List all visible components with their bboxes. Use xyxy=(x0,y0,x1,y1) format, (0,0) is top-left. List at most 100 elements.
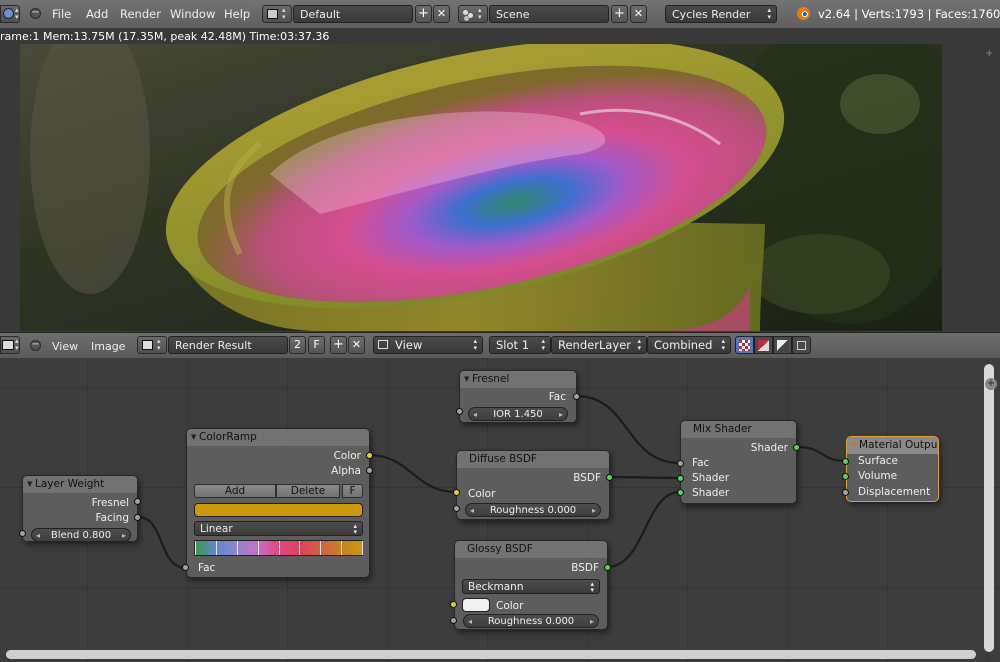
unlink-image-button[interactable]: ✕ xyxy=(348,336,365,354)
increment-arrow-icon[interactable]: ▸ xyxy=(590,615,594,628)
editor-type-button[interactable]: ▴ ▾ xyxy=(0,5,20,23)
ramp-flip-button[interactable]: F xyxy=(342,484,363,498)
scene-selector[interactable]: ▴ ▾ xyxy=(458,5,488,23)
alpha-checker-icon[interactable] xyxy=(735,336,754,354)
image-users-count[interactable]: 2 xyxy=(289,336,306,354)
diffuse-bsdf-node-header[interactable]: Diffuse BSDF xyxy=(457,451,609,468)
mix-fac-input-socket[interactable] xyxy=(677,460,684,467)
area-split-widget-icon[interactable]: + xyxy=(985,48,993,59)
ramp-add-stop-button[interactable]: Add xyxy=(194,484,276,498)
blend-field[interactable]: ◂ Blend 0.800 ▸ xyxy=(31,528,131,542)
layer-weight-facing-output-socket[interactable] xyxy=(134,514,141,521)
color-ramp-fac-input-socket[interactable] xyxy=(182,564,189,571)
diffuse-roughness-field[interactable]: ◂ Roughness 0.000 ▸ xyxy=(465,503,601,517)
ramp-stop-marker[interactable] xyxy=(215,541,217,555)
fresnel-node[interactable]: ▼ Fresnel Fac ◂ IOR 1.450 ▸ xyxy=(459,370,577,423)
menu-view[interactable]: View xyxy=(52,340,78,353)
glossy-distribution-dropdown[interactable]: Beckmann ▴ ▾ xyxy=(462,579,600,594)
layer-weight-node[interactable]: ▼ Layer Weight Fresnel Facing ◂ Blend 0.… xyxy=(22,475,138,542)
diffuse-bsdf-node[interactable]: Diffuse BSDF BSDF Color ◂ Roughness 0.00… xyxy=(456,450,610,520)
output-volume-input-socket[interactable] xyxy=(842,473,849,480)
render-engine-dropdown[interactable]: Cycles Render ▴ ▾ xyxy=(665,5,777,23)
increment-arrow-icon[interactable]: ▸ xyxy=(559,408,563,421)
ramp-stop-marker[interactable] xyxy=(320,541,322,555)
ramp-stop-marker[interactable] xyxy=(257,541,259,555)
increment-arrow-icon[interactable]: ▸ xyxy=(122,529,126,542)
collapse-menu-icon[interactable]: − xyxy=(30,8,41,19)
menu-window[interactable]: Window xyxy=(170,7,215,21)
horizontal-scrollbar[interactable] xyxy=(6,650,976,659)
add-scene-button[interactable]: + xyxy=(611,5,628,23)
add-screen-button[interactable]: + xyxy=(415,5,432,23)
glossy-bsdf-node[interactable]: Glossy BSDF BSDF Beckmann ▴ ▾ Color ◂ Rou… xyxy=(454,540,608,630)
ramp-stop-marker[interactable] xyxy=(195,541,196,555)
color-ramp-gradient[interactable] xyxy=(194,540,363,556)
slot-dropdown[interactable]: Slot 1 ▴ ▾ xyxy=(489,336,551,354)
output-displacement-input-socket[interactable] xyxy=(842,489,849,496)
material-output-node-header[interactable]: ▼ Material Outpu xyxy=(847,437,938,454)
glossy-roughness-input-socket[interactable] xyxy=(450,617,457,624)
glossy-roughness-field[interactable]: ◂ Roughness 0.000 ▸ xyxy=(463,614,599,628)
interpolation-dropdown[interactable]: Linear ▴ ▾ xyxy=(194,521,363,536)
fresnel-fac-output-socket[interactable] xyxy=(573,393,580,400)
color-ramp-node-header[interactable]: ▼ ColorRamp xyxy=(187,429,369,446)
diffuse-bsdf-output-socket[interactable] xyxy=(606,474,613,481)
color-ramp-color-output-socket[interactable] xyxy=(366,452,373,459)
menu-render[interactable]: Render xyxy=(120,7,161,21)
fresnel-node-header[interactable]: ▼ Fresnel xyxy=(460,371,576,388)
glossy-bsdf-output-socket[interactable] xyxy=(604,564,611,571)
screen-layout-name[interactable]: Default xyxy=(293,5,413,23)
menu-help[interactable]: Help xyxy=(224,7,250,21)
delete-scene-button[interactable]: ✕ xyxy=(630,5,647,23)
image-browse-button[interactable]: ▴ ▾ xyxy=(137,336,167,354)
fake-user-button[interactable]: F xyxy=(308,336,325,354)
ramp-stop-marker[interactable] xyxy=(236,541,238,555)
alpha-only-icon[interactable] xyxy=(773,336,792,354)
node-editor-area[interactable]: ▼ Fresnel Fac ◂ IOR 1.450 ▸ ▼ Layer Weig… xyxy=(0,358,1000,662)
editor-type-button[interactable]: ▴ ▾ xyxy=(0,336,20,354)
glossy-color-input-socket[interactable] xyxy=(450,601,457,608)
mix-shader2-input-socket[interactable] xyxy=(677,489,684,496)
vertical-scrollbar[interactable] xyxy=(984,364,994,652)
glossy-color-swatch[interactable] xyxy=(462,598,490,612)
render-pass-dropdown[interactable]: Combined ▴ ▾ xyxy=(647,336,731,354)
collapse-menu-icon[interactable]: − xyxy=(30,340,41,351)
ior-field[interactable]: ◂ IOR 1.450 ▸ xyxy=(468,407,568,421)
output-surface-input-socket[interactable] xyxy=(842,458,849,465)
fresnel-ior-input-socket[interactable] xyxy=(456,408,463,415)
screen-layout-selector[interactable]: ▴ ▾ xyxy=(262,5,292,23)
menu-file[interactable]: File xyxy=(52,7,71,21)
color-alpha-icon[interactable] xyxy=(754,336,773,354)
image-name-field[interactable]: Render Result xyxy=(168,336,288,354)
layer-weight-blend-input-socket[interactable] xyxy=(19,530,26,537)
material-output-node[interactable]: ▼ Material Outpu Surface Volume Displace… xyxy=(846,436,939,502)
collapse-triangle-icon[interactable]: ▼ xyxy=(191,429,196,446)
z-buffer-icon[interactable] xyxy=(792,336,811,354)
scene-name[interactable]: Scene xyxy=(489,5,609,23)
image-editor-area[interactable]: rame:1 Mem:13.75M (17.35M, peak 42.48M) … xyxy=(0,28,1000,331)
decrement-arrow-icon[interactable]: ◂ xyxy=(36,529,40,542)
mix-shader-node[interactable]: Mix Shader Shader Fac Shader Shader xyxy=(680,420,797,504)
menu-image[interactable]: Image xyxy=(91,340,125,353)
ramp-stop-marker[interactable] xyxy=(362,541,363,555)
ramp-stop-marker[interactable] xyxy=(278,541,280,555)
delete-screen-button[interactable]: ✕ xyxy=(433,5,450,23)
layer-weight-fresnel-output-socket[interactable] xyxy=(134,498,141,505)
color-ramp-alpha-output-socket[interactable] xyxy=(366,467,373,474)
ramp-stop-marker[interactable] xyxy=(299,541,301,555)
render-layer-dropdown[interactable]: RenderLayer ▴ ▾ xyxy=(551,336,647,354)
increment-arrow-icon[interactable]: ▸ xyxy=(592,504,596,517)
color-ramp-node[interactable]: ▼ ColorRamp Color Alpha Add Delete F Lin… xyxy=(186,428,370,578)
decrement-arrow-icon[interactable]: ◂ xyxy=(470,504,474,517)
ramp-stop-marker[interactable] xyxy=(341,541,343,555)
mix-shader-output-socket[interactable] xyxy=(793,444,800,451)
new-image-button[interactable]: + xyxy=(330,336,347,354)
menu-add[interactable]: Add xyxy=(86,7,108,21)
area-split-widget-icon[interactable]: + xyxy=(985,378,997,390)
view-mode-dropdown[interactable]: View ▴ ▾ xyxy=(373,336,483,354)
decrement-arrow-icon[interactable]: ◂ xyxy=(468,615,472,628)
layer-weight-node-header[interactable]: ▼ Layer Weight xyxy=(23,476,137,493)
glossy-bsdf-node-header[interactable]: Glossy BSDF xyxy=(455,541,607,558)
collapse-triangle-icon[interactable]: ▼ xyxy=(27,476,32,493)
decrement-arrow-icon[interactable]: ◂ xyxy=(473,408,477,421)
